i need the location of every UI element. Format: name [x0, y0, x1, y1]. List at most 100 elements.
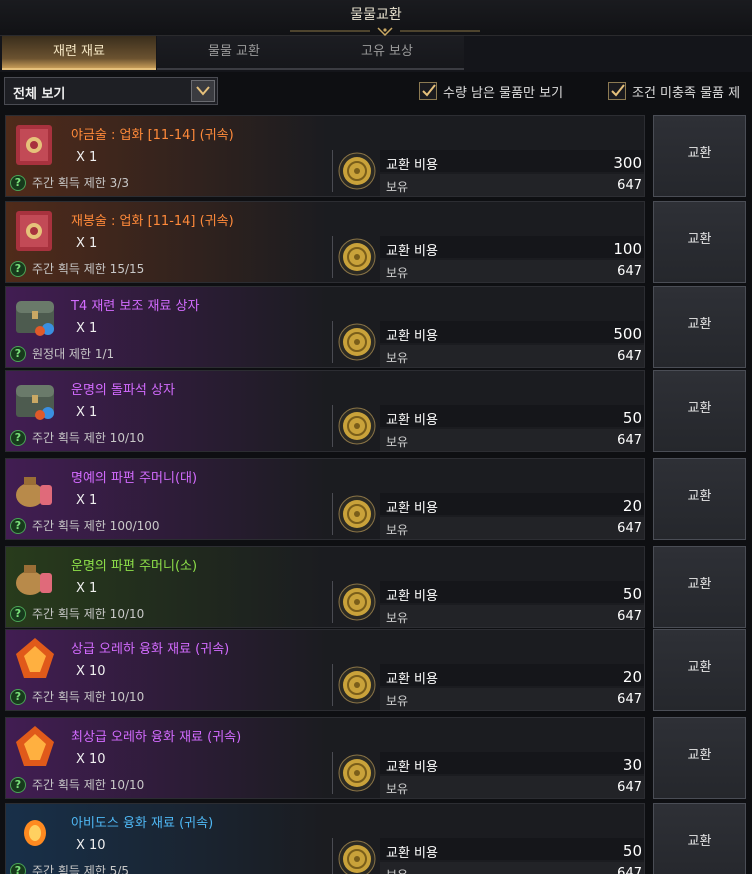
item-panel: 운명의 파편 주머니(소) X 1? 주간 획득 제한 10/10 교환 비용 50 보유… [5, 546, 645, 628]
owned-value: 647 [617, 178, 642, 193]
title-ornament-icon [290, 27, 480, 36]
dropdown-value: 전체 보기 [13, 87, 66, 102]
coin-icon [338, 840, 376, 874]
checkbox-label: 수량 남은 물품만 보기 [443, 85, 564, 101]
chest-icon[interactable] [10, 291, 60, 341]
owned-value: 647 [617, 692, 642, 707]
help-icon[interactable]: ? [10, 862, 26, 874]
item-panel: 명예의 파편 주머니(대) X 1 ? 주간 획득 제한 100/100 교환 비용 20… [5, 458, 645, 540]
cost-value: 20 [622, 668, 642, 686]
item-row: 상급 오레하 융화 재료 (귀속) X 10? 주간 획득 제한 10/10 교환 비… [5, 629, 746, 711]
item-row: 아비도스 융화 재료 (귀속) X 10? 주간 획득 제한 5/5 교환 비용 50 보… [5, 803, 746, 874]
view-filter-dropdown[interactable]: 전체 보기 [4, 77, 218, 105]
exchange-button[interactable]: 교환 [653, 803, 746, 874]
coin-icon [338, 238, 376, 276]
item-name: 운명의 파편 주머니(소) [71, 559, 198, 574]
item-name: 최상급 오레하 융화 재료 (귀속) [71, 730, 242, 745]
divider [332, 752, 333, 794]
item-quantity: X 10 [76, 752, 106, 767]
owned-label: 보유 [386, 523, 409, 537]
tab-refine-materials[interactable]: 재련 재료 [2, 36, 156, 70]
divider [332, 581, 333, 623]
owned-row-bg [380, 260, 644, 282]
owned-row-bg [380, 345, 644, 367]
chevron-down-icon[interactable] [191, 80, 215, 102]
item-limit: ? 주간 획득 제한 15/15 [10, 260, 144, 277]
tab-barter[interactable]: 물물 교환 [157, 36, 311, 70]
crystal-icon[interactable] [10, 722, 60, 772]
limit-text: 주간 획득 제한 15/15 [32, 262, 145, 276]
item-list[interactable]: 야금술 : 업화 [11-14] (귀속) X 1? 주간 획득 제한 3/3 교환 … [0, 110, 752, 874]
item-quantity: X 1 [76, 236, 98, 251]
help-icon[interactable]: ? [10, 174, 26, 191]
remaining-only-checkbox[interactable]: 수량 남은 물품만 보기 [419, 81, 563, 101]
limit-text: 주간 획득 제한 10/10 [32, 431, 145, 445]
item-panel: 상급 오레하 융화 재료 (귀속) X 10? 주간 획득 제한 10/10 교환 비… [5, 629, 645, 711]
exchange-button[interactable]: 교환 [653, 115, 746, 197]
cost-label: 교환 비용 [386, 672, 438, 687]
divider [332, 493, 333, 535]
limit-text: 주간 획득 제한 10/10 [32, 607, 145, 621]
checkbox-label: 조건 미충족 물품 제 [632, 85, 741, 101]
item-limit: ? 주간 획득 제한 10/10 [10, 429, 144, 446]
exchange-button[interactable]: 교환 [653, 370, 746, 452]
limit-text: 주간 획득 제한 5/5 [32, 864, 129, 874]
exchange-button[interactable]: 교환 [653, 286, 746, 368]
coin-icon [338, 152, 376, 190]
owned-value: 647 [617, 780, 642, 795]
item-name: 명예의 파편 주머니(대) [71, 471, 198, 486]
item-limit: ? 원정대 제한 1/1 [10, 345, 114, 362]
tab-unique-rewards[interactable]: 고유 보상 [310, 36, 464, 70]
exchange-button[interactable]: 교환 [653, 458, 746, 540]
help-icon[interactable]: ? [10, 260, 26, 277]
checkbox-icon[interactable] [608, 82, 626, 100]
item-quantity: X 1 [76, 493, 98, 508]
exchange-button[interactable]: 교환 [653, 629, 746, 711]
item-name: 야금술 : 업화 [11-14] (귀속) [71, 128, 234, 143]
item-name: 운명의 돌파석 상자 [71, 383, 175, 398]
item-quantity: X 10 [76, 664, 106, 679]
help-icon[interactable]: ? [10, 776, 26, 793]
owned-value: 647 [617, 609, 642, 624]
gem-icon[interactable] [10, 808, 60, 858]
cost-label: 교환 비용 [386, 760, 438, 775]
cost-label: 교환 비용 [386, 846, 438, 861]
divider [332, 321, 333, 363]
help-icon[interactable]: ? [10, 345, 26, 362]
owned-row-bg [380, 862, 644, 874]
crystal-icon[interactable] [10, 634, 60, 684]
owned-label: 보유 [386, 180, 409, 194]
help-icon[interactable]: ? [10, 605, 26, 622]
checkbox-icon[interactable] [419, 82, 437, 100]
book-icon[interactable] [10, 206, 60, 256]
item-limit: ? 주간 획득 제한 100/100 [10, 517, 160, 534]
exchange-button[interactable]: 교환 [653, 717, 746, 799]
coin-icon [338, 754, 376, 792]
cost-label: 교환 비용 [386, 501, 438, 516]
unmet-condition-checkbox[interactable]: 조건 미충족 물품 제 [608, 81, 740, 101]
item-panel: 최상급 오레하 융화 재료 (귀속) X 10? 주간 획득 제한 10/10 교환 … [5, 717, 645, 799]
owned-row-bg [380, 174, 644, 196]
exchange-button[interactable]: 교환 [653, 546, 746, 628]
help-icon[interactable]: ? [10, 429, 26, 446]
item-name: 재봉술 : 업화 [11-14] (귀속) [71, 214, 234, 229]
cost-value: 20 [622, 497, 642, 515]
item-row: T4 재련 보조 재료 상자 X 1? 원정대 제한 1/1 교환 비용 500 보유 64… [5, 286, 746, 368]
item-panel: 재봉술 : 업화 [11-14] (귀속) X 1? 주간 획득 제한 15/15 교… [5, 201, 645, 283]
book-icon[interactable] [10, 120, 60, 170]
help-icon[interactable]: ? [10, 517, 26, 534]
owned-label: 보유 [386, 266, 409, 280]
divider [332, 838, 333, 874]
owned-value: 647 [617, 349, 642, 364]
cost-value: 50 [622, 585, 642, 603]
item-panel: 아비도스 융화 재료 (귀속) X 10? 주간 획득 제한 5/5 교환 비용 50 보… [5, 803, 645, 874]
help-icon[interactable]: ? [10, 688, 26, 705]
limit-text: 주간 획득 제한 10/10 [32, 778, 145, 792]
chest-icon[interactable] [10, 375, 60, 425]
pouch-icon[interactable] [10, 551, 60, 601]
filter-toolbar: 전체 보기 수량 남은 물품만 보기 조건 미충족 물품 제 [0, 72, 752, 110]
pouch-icon[interactable] [10, 463, 60, 513]
limit-text: 원정대 제한 1/1 [32, 347, 115, 361]
exchange-button[interactable]: 교환 [653, 201, 746, 283]
item-limit: ? 주간 획득 제한 5/5 [10, 862, 129, 874]
